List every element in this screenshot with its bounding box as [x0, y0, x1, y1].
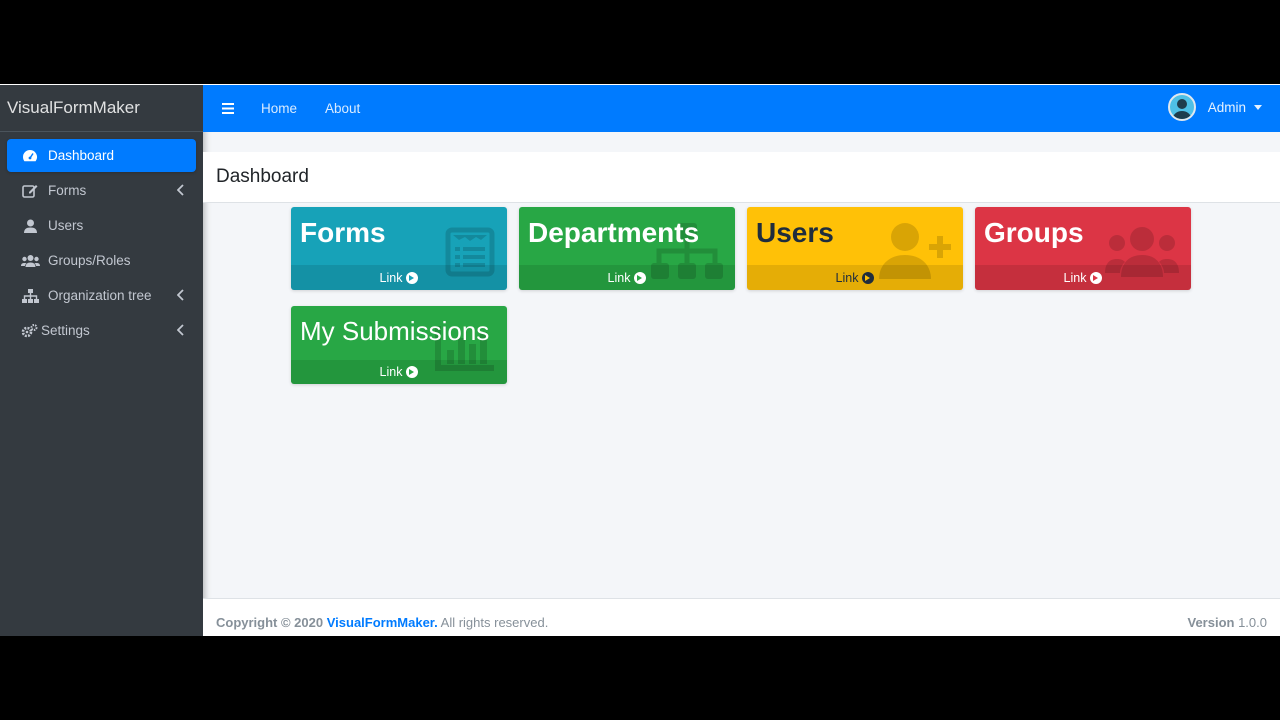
version-info: Version 1.0.0 — [1187, 615, 1267, 630]
my-submissions-box: My Submissions Link — [291, 306, 507, 384]
groups-box: Groups Link — [975, 207, 1191, 290]
version-value: 1.0.0 — [1238, 615, 1267, 630]
link-label: Link — [835, 270, 859, 285]
box-title: My Submissions — [300, 316, 490, 346]
sidebar-item-label: Dashboard — [48, 148, 115, 163]
sidebar-nav: Dashboard Forms Users Groups/Roles Organ… — [0, 132, 203, 347]
users-icon — [20, 254, 40, 268]
brand-text: VisualFormMaker — [7, 98, 140, 117]
user-menu[interactable]: Admin — [1167, 93, 1262, 121]
sidebar-item-forms[interactable]: Forms — [7, 174, 196, 207]
sidebar-item-label: Users — [48, 218, 84, 233]
menu-toggle-button[interactable] — [203, 85, 253, 132]
box-footer-link[interactable]: Link — [747, 265, 963, 290]
sidebar-item-label: Organization tree — [48, 288, 152, 303]
hamburger-icon — [222, 103, 234, 114]
sidebar-item-settings[interactable]: Settings — [7, 314, 196, 347]
top-navbar: Home About Admin — [203, 85, 1280, 132]
user-icon — [20, 219, 40, 233]
edit-icon — [20, 183, 40, 198]
box-footer-link[interactable]: Link — [291, 265, 507, 290]
avatar — [1167, 93, 1196, 121]
link-label: Link — [1063, 270, 1087, 285]
page-title: Dashboard — [216, 166, 309, 187]
page-footer: Copyright © 2020 VisualFormMaker. All ri… — [203, 598, 1280, 636]
sidebar-item-groups-roles[interactable]: Groups/Roles — [7, 244, 196, 277]
box-title: Forms — [300, 217, 386, 248]
content-header: Dashboard — [203, 152, 1280, 203]
tachometer-icon — [20, 149, 40, 163]
sidebar-item-label: Settings — [41, 323, 90, 338]
chevron-left-icon — [177, 324, 184, 336]
copyright-text: Copyright © 2020 VisualFormMaker. All ri… — [216, 615, 548, 630]
box-footer-link[interactable]: Link — [975, 265, 1191, 290]
caret-down-icon — [1254, 104, 1262, 110]
link-label: Link — [379, 270, 403, 285]
arrow-circle-right-icon — [634, 271, 647, 284]
box-footer-link[interactable]: Link — [291, 360, 507, 384]
box-title: Departments — [528, 217, 700, 248]
box-title: Users — [756, 217, 834, 248]
sidebar-item-dashboard[interactable]: Dashboard — [7, 139, 196, 172]
box-footer-link[interactable]: Link — [519, 265, 735, 290]
brand-link[interactable]: VisualFormMaker — [0, 85, 203, 132]
link-label: Link — [379, 365, 403, 379]
forms-box: Forms Link — [291, 207, 507, 290]
users-box: Users Link — [747, 207, 963, 290]
copyright-suffix: All rights reserved. — [437, 615, 549, 630]
arrow-circle-right-icon — [406, 271, 419, 284]
departments-box: Departments Link — [519, 207, 735, 290]
chevron-left-icon — [177, 184, 184, 196]
app-window: VisualFormMaker Dashboard Forms Users Gr… — [0, 85, 1280, 636]
arrow-circle-right-icon — [1090, 271, 1103, 284]
sitemap-icon — [20, 288, 40, 303]
chevron-left-icon — [177, 289, 184, 301]
arrow-circle-right-icon — [406, 366, 419, 378]
cogs-icon — [19, 323, 39, 338]
box-title: Groups — [984, 217, 1084, 248]
copyright-brand-link[interactable]: VisualFormMaker. — [327, 615, 438, 630]
copyright-prefix: Copyright © 2020 — [216, 615, 327, 630]
link-label: Link — [607, 270, 631, 285]
arrow-circle-right-icon — [862, 271, 875, 284]
sidebar-item-label: Forms — [48, 183, 87, 198]
user-name: Admin — [1207, 99, 1246, 115]
sidebar-item-organization-tree[interactable]: Organization tree — [7, 279, 196, 312]
sidebar: VisualFormMaker Dashboard Forms Users Gr… — [0, 85, 203, 636]
nav-link-home[interactable]: Home — [253, 101, 305, 116]
sidebar-item-label: Groups/Roles — [48, 253, 131, 268]
version-label: Version — [1187, 615, 1235, 630]
nav-link-about[interactable]: About — [317, 101, 368, 116]
sidebar-item-users[interactable]: Users — [7, 209, 196, 242]
